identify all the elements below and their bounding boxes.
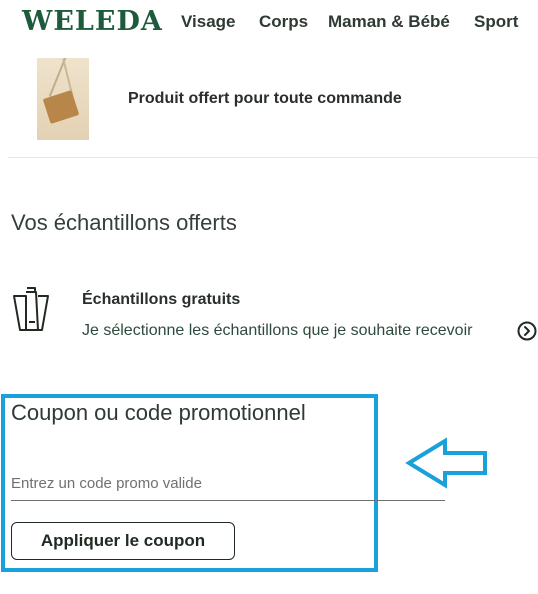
coupon-title: Coupon ou code promotionnel bbox=[11, 400, 306, 425]
coupon-code-input[interactable] bbox=[11, 466, 445, 501]
select-samples-link[interactable]: Je sélectionne les échantillons que je s… bbox=[82, 322, 472, 340]
samples-section-title: Vos échantillons offerts bbox=[11, 210, 237, 235]
divider bbox=[8, 157, 538, 158]
gift-product-label: Produit offert pour toute commande bbox=[128, 90, 402, 107]
nav-visage[interactable]: Visage bbox=[181, 12, 236, 32]
nav-sport[interactable]: Sport bbox=[474, 12, 518, 32]
circle-arrow-right-icon[interactable] bbox=[517, 321, 537, 341]
site-header: WELEDA Visage Corps Maman & Bébé Sport bbox=[0, 0, 538, 46]
arrow-left-outline-icon bbox=[405, 437, 487, 489]
apply-coupon-button[interactable]: Appliquer le coupon bbox=[11, 522, 235, 560]
nav-maman-bebe[interactable]: Maman & Bébé bbox=[328, 12, 450, 32]
weleda-logo[interactable]: WELEDA bbox=[22, 6, 163, 37]
samples-heading: Échantillons gratuits bbox=[82, 291, 241, 308]
tubes-icon bbox=[13, 287, 49, 331]
gift-product-row: Produit offert pour toute commande bbox=[0, 56, 538, 158]
nav-corps[interactable]: Corps bbox=[259, 12, 308, 32]
gift-product-image bbox=[37, 58, 89, 140]
